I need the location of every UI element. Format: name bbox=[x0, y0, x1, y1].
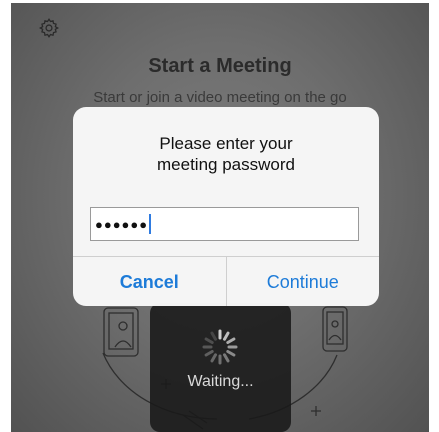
continue-button[interactable]: Continue bbox=[227, 257, 380, 306]
spinner-icon bbox=[202, 329, 238, 365]
waiting-label: Waiting... bbox=[187, 373, 254, 390]
text-caret bbox=[149, 214, 152, 234]
password-input[interactable]: ●●●●●● bbox=[90, 207, 359, 241]
dialog-message: Please enter your meeting password bbox=[157, 134, 295, 174]
password-dialog: Please enter your meeting password ●●●●●… bbox=[73, 107, 379, 306]
dialog-buttons: Cancel Continue bbox=[73, 256, 379, 306]
loading-hud: Waiting... bbox=[150, 303, 291, 432]
cancel-button[interactable]: Cancel bbox=[73, 257, 227, 306]
password-value: ●●●●●● bbox=[95, 216, 149, 232]
phone-screen: Start a Meeting Start or join a video me… bbox=[11, 3, 429, 432]
